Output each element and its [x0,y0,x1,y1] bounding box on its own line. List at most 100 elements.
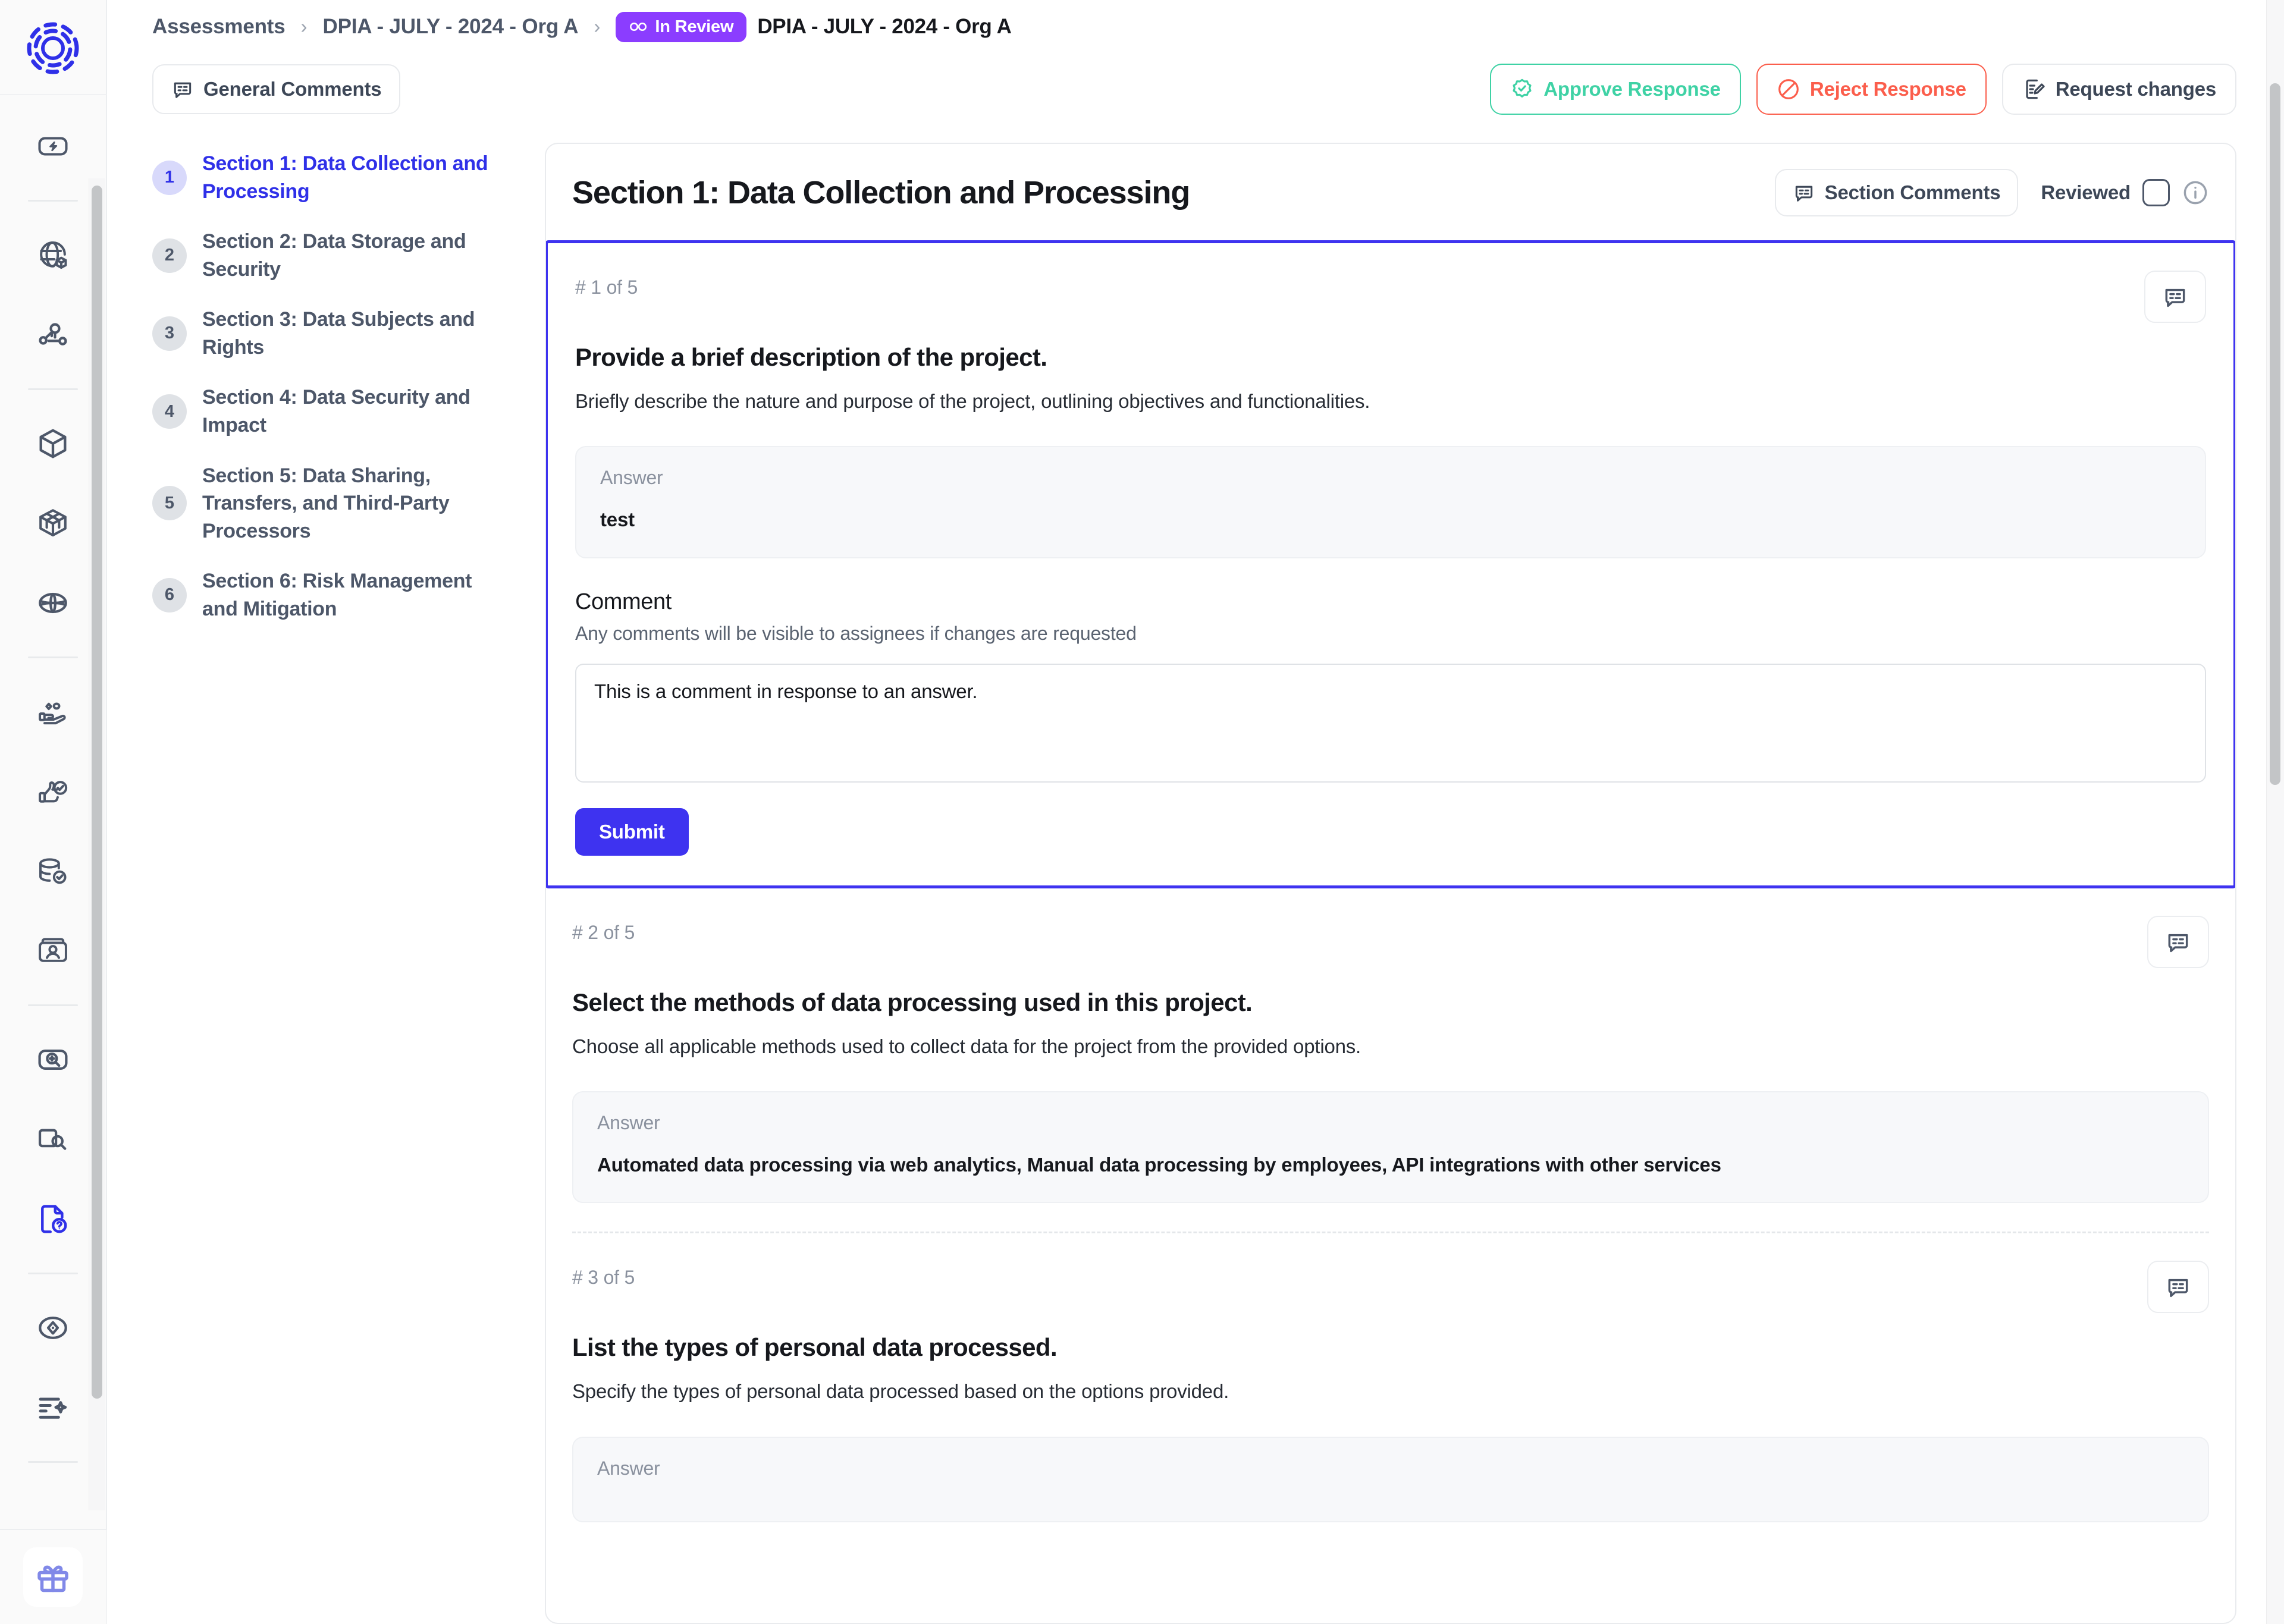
comment-icon [1795,186,1812,202]
image-search-icon[interactable] [26,1032,80,1087]
request-changes-button[interactable]: Request changes [2001,64,2236,115]
comment-icon [2168,1279,2188,1298]
general-comments-button[interactable]: General Comments [152,64,401,114]
question-comment-button-1[interactable] [2144,271,2206,323]
globe-cube-icon[interactable] [26,228,80,282]
approve-check-badge-icon [1513,78,1532,98]
section-nav-label-2: Section 2: Data Storage and Security [202,230,466,281]
reject-ban-icon [1778,79,1799,99]
rail-divider-5 [28,1273,78,1274]
left-icon-rail [0,0,107,1624]
status-badge[interactable]: In Review [616,11,747,42]
question-comment-button-2[interactable] [2147,915,2209,968]
rail-nav-scroll[interactable] [0,94,106,1529]
panel-body[interactable]: # 1 of 5 Provide a brief description of … [546,240,2235,1623]
answer-label-3: Answer [597,1457,660,1479]
question-top-1: # 1 of 5 [575,271,2206,323]
status-badge-label: In Review [655,17,734,36]
app-root: Assessments › DPIA - JULY - 2024 - Org A… [0,0,2284,1624]
question-description-1: Briefly describe the nature and purpose … [575,390,1370,412]
reject-response-button[interactable]: Reject Response [1756,64,1987,115]
ai-list-icon[interactable] [26,1380,80,1435]
info-icon[interactable] [2182,179,2209,206]
gift-icon[interactable] [23,1547,83,1607]
layered-cube-icon[interactable] [26,496,80,551]
question-title-3: List the types of personal data processe… [572,1333,1058,1362]
question-card-2: # 2 of 5 Select the methods of data proc… [546,888,2235,1204]
answer-label-1: Answer [600,467,663,489]
rail-scrollbar-thumb[interactable] [92,186,102,1399]
question-title-2: Select the methods of data processing us… [572,988,1253,1016]
rail-divider-6 [28,1461,78,1463]
page-title: Section 1: Data Collection and Processin… [572,175,1190,211]
sidebar-item-section-6[interactable]: 6 Section 6: Risk Management and Mitigat… [152,567,539,623]
section-number-badge-2: 2 [152,238,187,273]
question-counter-2: # 2 of 5 [572,921,635,943]
general-comments-label: General Comments [203,78,382,100]
section-nav-label-3: Section 3: Data Subjects and Rights [202,308,475,359]
question-comment-button-3[interactable] [2147,1261,2209,1314]
reviewed-label: Reviewed [2041,181,2131,203]
network-nodes-icon[interactable] [26,307,80,362]
main-area: Assessments › DPIA - JULY - 2024 - Org A… [107,0,2284,1624]
sidebar-item-section-3[interactable]: 3 Section 3: Data Subjects and Rights [152,306,539,361]
comment-icon [2168,934,2188,952]
comment-label-1: Comment [575,589,672,614]
document-search-icon[interactable] [26,1112,80,1167]
edit-document-icon [2026,79,2045,99]
reviewed-control: Reviewed [2041,179,2209,206]
question-counter-3: # 3 of 5 [572,1267,635,1289]
cube-icon[interactable] [26,416,80,471]
rail-divider-2 [28,388,78,390]
id-card-icon[interactable] [26,923,80,978]
question-panel: Section 1: Data Collection and Processin… [545,143,2236,1624]
section-nav-label-1: Section 1: Data Collection and Processin… [202,152,488,203]
section-number-badge-5: 5 [152,486,187,521]
breadcrumb-item-assessments[interactable]: Assessments [152,15,286,39]
rail-divider-3 [28,656,78,658]
rail-footer [0,1529,106,1624]
automation-icon[interactable] [26,119,80,174]
panel-header: Section 1: Data Collection and Processin… [546,144,2235,240]
question-card-1: # 1 of 5 Provide a brief description of … [546,240,2235,888]
sidebar-item-section-4[interactable]: 4 Section 4: Data Security and Impact [152,384,539,439]
section-number-badge-4: 4 [152,394,187,429]
answer-box-2: Answer Automated data processing via web… [572,1091,2209,1204]
thumbs-up-check-icon[interactable] [26,764,80,819]
compass-icon[interactable] [26,1301,80,1355]
reviewed-checkbox[interactable] [2142,179,2170,206]
action-toolbar: General Comments Approve Response Reject… [107,54,2284,125]
section-comments-button[interactable]: Section Comments [1774,169,2019,216]
sidebar-item-section-1[interactable]: 1 Section 1: Data Collection and Process… [152,150,539,205]
comment-input-1[interactable] [575,663,2206,783]
section-nav: 1 Section 1: Data Collection and Process… [152,125,539,1624]
breadcrumb-current: DPIA - JULY - 2024 - Org A [757,15,1012,38]
chevron-right-icon: › [300,15,308,37]
question-title-1: Provide a brief description of the proje… [575,343,1047,371]
section-nav-label-6: Section 6: Risk Management and Mitigatio… [202,570,472,620]
globe-icon[interactable] [26,576,80,630]
database-check-icon[interactable] [26,844,80,899]
content-area: 1 Section 1: Data Collection and Process… [107,125,2284,1624]
section-number-badge-3: 3 [152,316,187,351]
hand-data-icon[interactable] [26,684,80,739]
rail-divider-4 [28,1004,78,1006]
comment-hint-1: Any comments will be visible to assignee… [575,622,1137,644]
reject-response-label: Reject Response [1809,78,1966,100]
assessments-icon[interactable] [26,1192,80,1246]
rail-divider-1 [28,200,78,202]
question-top-2: # 2 of 5 [572,915,2209,968]
submit-button-1[interactable]: Submit [575,808,689,856]
answer-value-1: test [600,508,635,531]
answer-box-3: Answer [572,1436,2209,1522]
sidebar-item-section-2[interactable]: 2 Section 2: Data Storage and Security [152,228,539,283]
question-description-3: Specify the types of personal data proce… [572,1380,1229,1403]
app-logo[interactable] [18,13,88,83]
section-comments-label: Section Comments [1824,181,2001,203]
approve-response-button[interactable]: Approve Response [1490,64,1741,115]
breadcrumb-item-dpia[interactable]: DPIA - JULY - 2024 - Org A [323,15,579,39]
question-description-2: Choose all applicable methods used to co… [572,1035,1361,1057]
sidebar-item-section-5[interactable]: 5 Section 5: Data Sharing, Transfers, an… [152,462,539,545]
binoculars-icon [630,22,647,32]
question-counter-1: # 1 of 5 [575,277,638,298]
